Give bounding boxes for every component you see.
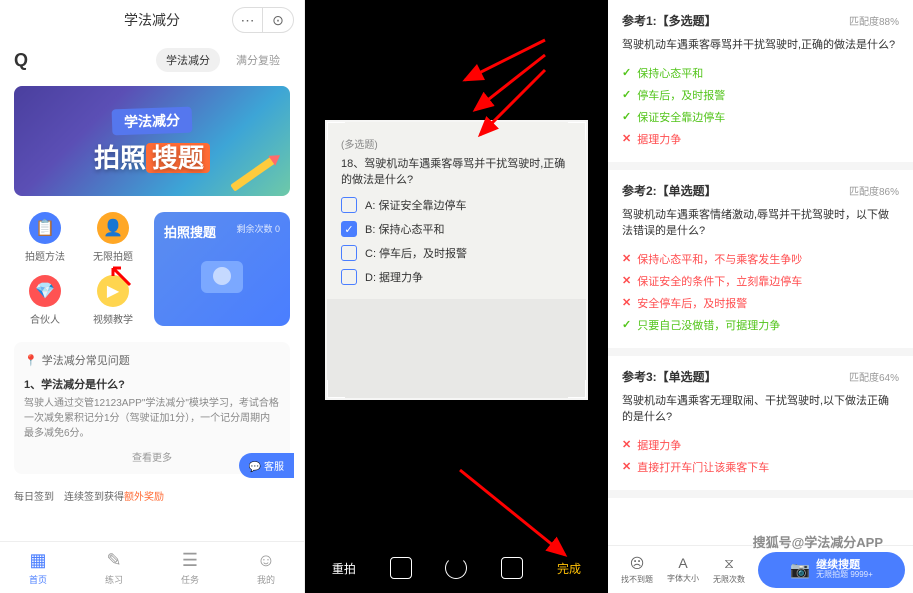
header: 学法减分 ⋯ ⊙ [0, 0, 304, 40]
not-found-button[interactable]: ☹找不到题 [616, 555, 658, 585]
tab-tasks[interactable]: ☰任务 [152, 542, 228, 593]
result-question: 驾驶机动车遇乘客辱骂并干扰驾驶时,正确的做法是什么? [622, 37, 899, 54]
answer-option: 保持心态平和 [622, 62, 899, 84]
answer-option: 保证安全靠边停车 [622, 106, 899, 128]
camera-toolbar: 重拍 完成 [305, 543, 608, 593]
camera-viewport: (多选题) 18、驾驶机动车遇乘客辱骂并干扰驾驶时,正确的做法是什么? A: 保… [325, 120, 588, 400]
answer-option: 保证安全的条件下，立刻靠边停车 [622, 270, 899, 292]
grid-item-video[interactable]: ▶视频教学 [82, 275, 144, 326]
grid-item-partner[interactable]: 💎合伙人 [14, 275, 76, 326]
results-panel: 参考1:【多选题】 匹配度88% 驾驶机动车遇乘客辱骂并干扰驾驶时,正确的做法是什么… [608, 0, 913, 593]
question-option: A: 保证安全靠边停车 [341, 197, 572, 213]
done-button[interactable]: 完成 [557, 560, 581, 577]
app-panel-left: 学法减分 ⋯ ⊙ Q 学法减分 满分复验 学法减分 拍照搜题 📋拍题方法 👤无限… [0, 0, 305, 593]
search-row: Q 学法减分 满分复验 [0, 40, 304, 80]
tab-practice[interactable]: ✎练习 [76, 542, 152, 593]
promo-banner[interactable]: 学法减分 拍照搜题 [14, 86, 290, 196]
tab-manfen[interactable]: 满分复验 [226, 48, 290, 72]
camera-icon [201, 261, 243, 293]
result-card: 参考1:【多选题】 匹配度88% 驾驶机动车遇乘客辱骂并干扰驾驶时,正确的做法是什么… [608, 0, 913, 170]
result-title: 参考3:【单选题】 [622, 368, 717, 385]
question-option: ✓B: 保持心态平和 [341, 221, 572, 237]
camera-search-card[interactable]: 拍照搜题 剩余次数 0 [154, 212, 290, 326]
result-title: 参考2:【单选题】 [622, 182, 717, 199]
font-icon: A [678, 555, 687, 571]
match-score: 匹配度88% [849, 13, 899, 28]
category-tabs: 学法减分 满分复验 [156, 48, 290, 72]
answer-option: 只要自己没做错，可据理力争 [622, 314, 899, 336]
retake-button[interactable]: 重拍 [332, 560, 356, 577]
answer-option: 据理力争 [622, 434, 899, 456]
faq-answer: 驾驶人通过交管12123APP"学法减分"模块学习，考试合格一次减免累积记分1分… [24, 396, 280, 441]
continue-search-button[interactable]: 📷 继续搜题无限拍题 9999+ [758, 552, 905, 588]
user-icon: ☺ [257, 550, 275, 571]
feature-grid: 📋拍题方法 👤无限拍题 💎合伙人 ▶视频教学 拍照搜题 剩余次数 0 [0, 202, 304, 336]
faq-header: 📍学法减分常见问题 [24, 352, 280, 368]
crop-icon[interactable] [390, 557, 412, 579]
crop-corner[interactable] [325, 380, 345, 400]
more-icon[interactable]: ⋯ [233, 8, 263, 32]
banner-tag: 学法减分 [112, 106, 193, 135]
pin-icon: 📍 [24, 354, 38, 367]
unlimited-button[interactable]: ⧖无限次数 [708, 555, 750, 585]
home-icon: ▦ [29, 550, 46, 571]
tab-mine[interactable]: ☺我的 [228, 542, 304, 593]
signin-row[interactable]: 每日签到 连续签到获得额外奖励 [0, 480, 304, 511]
result-card: 参考2:【单选题】 匹配度86% 驾驶机动车遇乘客情绪激动,辱骂并干扰驾驶时，以下做… [608, 170, 913, 356]
checkbox-icon [341, 269, 357, 285]
grid-item-unlimited[interactable]: 👤无限拍题 [82, 212, 144, 263]
hourglass-icon: ⧖ [724, 555, 734, 572]
tab-xuefa[interactable]: 学法减分 [156, 48, 220, 72]
banner-title: 拍照搜题 [94, 138, 210, 175]
match-score: 匹配度86% [849, 183, 899, 198]
camera-icon: 📷 [790, 560, 810, 580]
pencil-icon [230, 156, 276, 191]
person-icon: 👤 [97, 212, 129, 244]
crop-corner[interactable] [325, 120, 345, 140]
question-option: C: 停车后，及时报警 [341, 245, 572, 261]
question-text: 18、驾驶机动车遇乘客辱骂并干扰驾驶时,正确的做法是什么? [341, 155, 572, 187]
bottom-tabbar: ▦首页 ✎练习 ☰任务 ☺我的 [0, 541, 304, 593]
match-score: 匹配度64% [849, 369, 899, 384]
sad-icon: ☹ [630, 555, 645, 572]
crop-corner[interactable] [568, 380, 588, 400]
rotate-icon[interactable] [445, 557, 467, 579]
pencil-icon: ✎ [106, 550, 121, 571]
results-bottombar: ☹找不到题 A字体大小 ⧖无限次数 📷 继续搜题无限拍题 9999+ [608, 545, 913, 593]
tab-home[interactable]: ▦首页 [0, 542, 76, 593]
answer-option: 保持心态平和，不与乘客发生争吵 [622, 248, 899, 270]
answer-option: 据理力争 [622, 128, 899, 150]
result-card: 参考3:【单选题】 匹配度64% 驾驶机动车遇乘客无理取闹、干扰驾驶时,以下做法正确… [608, 356, 913, 498]
answer-option: 安全停车后，及时报警 [622, 292, 899, 314]
result-question: 驾驶机动车遇乘客情绪激动,辱骂并干扰驾驶时，以下做法错误的是什么? [622, 207, 899, 240]
aspect-icon[interactable] [501, 557, 523, 579]
camera-panel: (多选题) 18、驾驶机动车遇乘客辱骂并干扰驾驶时,正确的做法是什么? A: 保… [305, 0, 608, 593]
checkbox-icon [341, 245, 357, 261]
play-icon: ▶ [97, 275, 129, 307]
crop-corner[interactable] [568, 120, 588, 140]
captured-question: (多选题) 18、驾驶机动车遇乘客辱骂并干扰驾驶时,正确的做法是什么? A: 保… [327, 122, 586, 299]
grid-item-method[interactable]: 📋拍题方法 [14, 212, 76, 263]
faq-question: 1、学法减分是什么? [24, 376, 280, 392]
answer-option: 停车后，及时报警 [622, 84, 899, 106]
miniprogram-capsule[interactable]: ⋯ ⊙ [232, 7, 294, 33]
app-title: 学法减分 [124, 10, 180, 30]
font-size-button[interactable]: A字体大小 [662, 555, 704, 584]
close-icon[interactable]: ⊙ [263, 8, 293, 32]
question-option: D: 据理力争 [341, 269, 572, 285]
watermark: 搜狐号@学法减分APP [753, 532, 883, 551]
checkbox-icon: ✓ [341, 221, 357, 237]
answer-option: 直接打开车门让该乘客下车 [622, 456, 899, 478]
customer-service-button[interactable]: 💬 客服 [239, 453, 294, 478]
result-question: 驾驶机动车遇乘客无理取闹、干扰驾驶时,以下做法正确的是什么? [622, 393, 899, 426]
clipboard-icon: 📋 [29, 212, 61, 244]
search-icon[interactable]: Q [14, 50, 28, 71]
checkbox-icon [341, 197, 357, 213]
list-icon: ☰ [182, 550, 198, 571]
diamond-icon: 💎 [29, 275, 61, 307]
result-title: 参考1:【多选题】 [622, 12, 717, 29]
